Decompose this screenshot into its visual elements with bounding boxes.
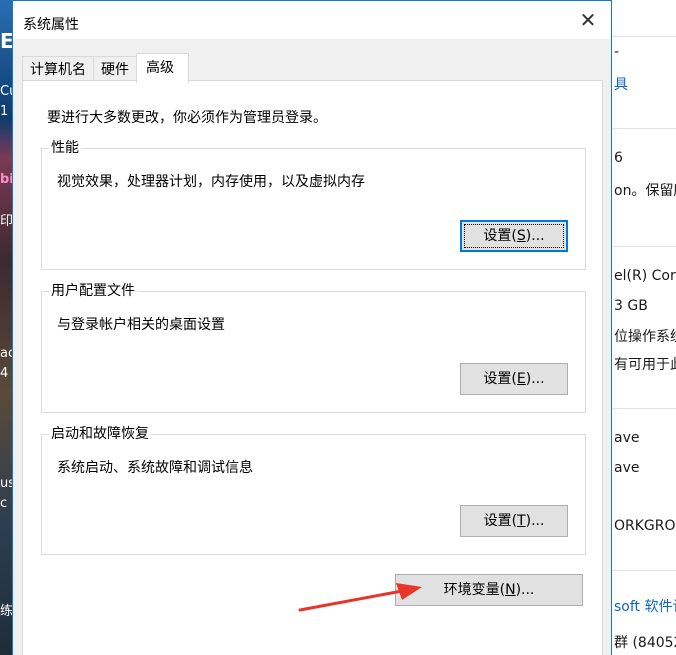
background-text: 有可用于此 [614, 357, 676, 373]
tab-strip: 计算机名 硬件 高级 [22, 53, 189, 83]
background-text: 群 (84052 [614, 635, 676, 651]
background-system-window: - 具 6 on。保留所 el(R) Core 3 GB 位操作系统 有可用于此… [611, 0, 676, 655]
background-text: el(R) Core [614, 268, 676, 284]
button-label-suffix: )... [525, 513, 545, 529]
button-label: 环境变量( [443, 582, 506, 598]
button-label-suffix: )... [525, 228, 545, 244]
button-label: 设置( [483, 513, 518, 529]
group-title: 性能 [49, 139, 81, 157]
desktop-icon-label: Cu [0, 84, 12, 99]
button-mnemonic: T [517, 513, 526, 529]
divider [612, 570, 676, 571]
desktop-icon-label: E [0, 29, 12, 53]
group-startup-recovery: 启动和故障恢复 系统启动、系统故障和调试信息 设置(T)... [41, 425, 586, 555]
button-label: 设置( [483, 371, 517, 387]
desktop-background: E Cu 1 bil 印 ac 4 us c 练 [0, 0, 12, 655]
group-description: 视觉效果，处理器计划，内存使用，以及虚拟内存 [57, 174, 365, 190]
desktop-icon-label: 1 [0, 104, 9, 119]
divider [612, 36, 676, 37]
group-user-profiles: 用户配置文件 与登录帐户相关的桌面设置 设置(E)... [41, 282, 586, 413]
title-bar[interactable]: 系统属性 ✕ [13, 1, 611, 39]
desktop-icon-label: ac [0, 346, 12, 361]
background-text: ave [614, 460, 640, 476]
background-text: ORKGROUP [614, 518, 676, 534]
button-mnemonic: S [516, 228, 526, 244]
close-icon: ✕ [579, 8, 597, 32]
desktop-icon-label: 4 [0, 366, 9, 381]
group-description: 与登录帐户相关的桌面设置 [57, 317, 225, 333]
desktop-icon-label: c [0, 496, 8, 511]
group-title: 用户配置文件 [49, 282, 137, 300]
desktop-icon-label: us [0, 476, 12, 491]
system-properties-dialog: 系统属性 ✕ 计算机名 硬件 高级 要进行大多数更改，你必须作为管理员登录。 性… [12, 0, 612, 655]
background-text: on。保留所 [614, 183, 676, 199]
tab-computer-name[interactable]: 计算机名 [22, 56, 94, 82]
performance-settings-button[interactable]: 设置(S)... [460, 220, 568, 252]
background-link[interactable]: soft 软件许 [614, 596, 676, 616]
button-label: 设置( [483, 228, 517, 244]
desktop-icon-label: 印 [0, 214, 12, 229]
group-performance: 性能 视觉效果，处理器计划，内存使用，以及虚拟内存 设置(S)... [41, 139, 586, 270]
divider [612, 408, 676, 409]
button-mnemonic: E [516, 371, 526, 387]
tab-hardware[interactable]: 硬件 [93, 56, 137, 82]
button-label-suffix: )... [525, 371, 545, 387]
background-text: - [614, 44, 620, 60]
group-title: 启动和故障恢复 [49, 425, 151, 443]
close-button[interactable]: ✕ [565, 1, 611, 39]
background-text: 3 GB [614, 298, 648, 314]
button-label-suffix: )... [515, 582, 535, 598]
divider [612, 246, 676, 247]
admin-notice: 要进行大多数更改，你必须作为管理员登录。 [47, 110, 327, 126]
tab-advanced[interactable]: 高级 [136, 53, 189, 83]
screen: E Cu 1 bil 印 ac 4 us c 练 - 具 6 on。保留所 el… [0, 0, 676, 655]
dialog-title: 系统属性 [23, 17, 79, 33]
background-link[interactable]: 具 [614, 74, 628, 94]
startup-recovery-settings-button[interactable]: 设置(T)... [460, 505, 568, 537]
desktop-icon-label: bil [0, 172, 12, 187]
desktop-icon-label: 练 [0, 604, 12, 619]
user-profiles-settings-button[interactable]: 设置(E)... [460, 363, 568, 395]
button-mnemonic: N [505, 582, 516, 598]
tab-panel-advanced: 要进行大多数更改，你必须作为管理员登录。 性能 视觉效果，处理器计划，内存使用，… [22, 80, 603, 655]
divider [612, 128, 676, 129]
group-description: 系统启动、系统故障和调试信息 [57, 460, 253, 476]
background-text: 位操作系统 [614, 329, 676, 345]
annotation-arrow-icon [298, 583, 422, 612]
background-text: ave [614, 430, 640, 446]
background-text: 6 [614, 150, 623, 166]
